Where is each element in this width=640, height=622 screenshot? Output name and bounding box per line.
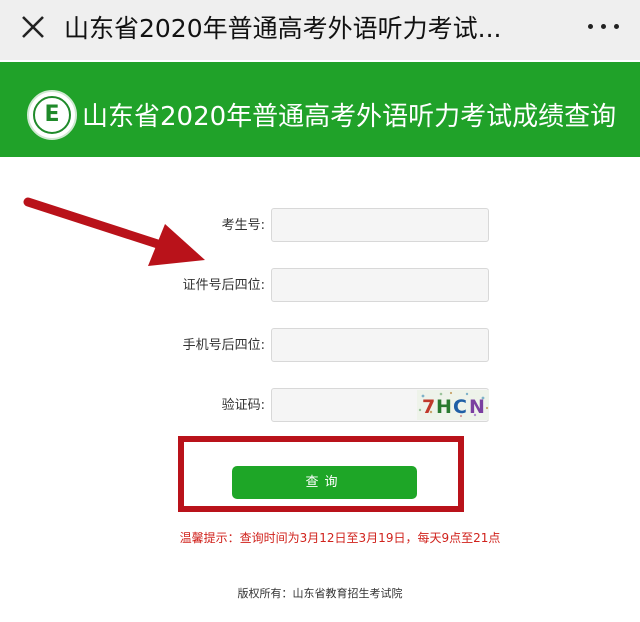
banner-title: 山东省2020年普通高考外语听力考试成绩查询 [82,102,617,132]
phone-last4-input[interactable] [271,328,489,362]
more-dots-icon[interactable] [586,16,622,36]
svg-text:7: 7 [422,396,435,418]
copyright-footer: 版权所有：山东省教育招生考试院 [237,587,403,600]
query-button[interactable]: 查询 [232,466,417,499]
svg-text:C: C [453,396,467,418]
phone-last4-label: 手机号后四位: [182,338,265,353]
captcha-image[interactable]: 7 H C N [417,390,489,420]
close-icon[interactable] [18,12,48,42]
exam-institute-logo: E [27,90,77,140]
id-last4-input[interactable] [271,268,489,302]
exam-number-label: 考生号: [221,218,265,233]
logo-letter: E [44,102,60,127]
exam-number-input[interactable] [271,208,489,242]
svg-text:N: N [469,396,485,418]
svg-text:H: H [436,396,452,418]
id-last4-label: 证件号后四位: [182,278,265,293]
captcha-label: 验证码: [221,398,265,413]
notice-text: 温馨提示：查询时间为3月12日至3月19日，每天9点至21点 [179,531,501,545]
page-title: 山东省2020年普通高考外语听力考试... [64,14,502,43]
